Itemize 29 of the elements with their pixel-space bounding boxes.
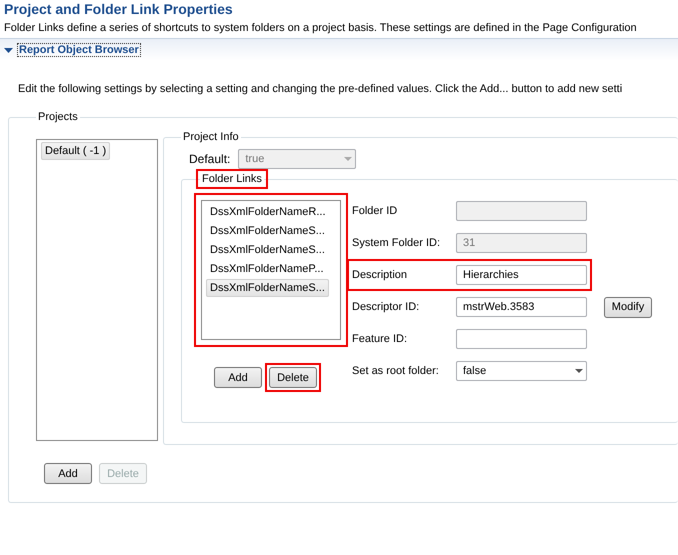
field-label: Folder ID [352, 205, 398, 217]
dropdown-arrow-icon[interactable] [574, 368, 584, 374]
expand-triangle-icon[interactable] [4, 46, 13, 54]
field-label: Feature ID: [352, 333, 408, 345]
group-label: Project Info [182, 131, 240, 143]
delete-button[interactable]: Delete [269, 367, 317, 388]
section-header[interactable]: Report Object Browser [17, 43, 141, 57]
field-label: Descriptor ID: [352, 301, 420, 313]
project-list-item[interactable]: Default ( -1 ) [41, 142, 110, 160]
folder-link-item[interactable]: DssXmlFolderNameS... [206, 279, 329, 297]
text-field[interactable]: mstrWeb.3583 [456, 297, 587, 317]
intro-text: Folder Links define a series of shortcuts to system folders on a project basis. These settings are defined in the Page Configuration [3, 21, 638, 36]
field-label: Set as root folder: [352, 365, 440, 377]
folder-link-item[interactable]: DssXmlFolderNameS... [206, 222, 329, 240]
group-label: Projects [37, 111, 79, 123]
add-button[interactable]: Add [44, 463, 92, 484]
text-field[interactable]: Hierarchies [456, 265, 587, 285]
folder-link-item[interactable]: DssXmlFolderNameS... [206, 241, 329, 259]
instructions-text: Edit the following settings by selecting a setting and changing the pre-defined values. Click the Add... button to add new setti [17, 82, 624, 97]
modify-button[interactable]: Modify [604, 296, 652, 318]
text-field[interactable] [456, 329, 587, 349]
folder-link-item[interactable]: DssXmlFolderNameR... [206, 203, 330, 221]
field-label: System Folder ID: [352, 237, 442, 249]
root-folder-dropdown[interactable]: false [456, 361, 587, 381]
page-title: Project and Folder Link Properties [3, 0, 234, 17]
add-button[interactable]: Add [214, 367, 262, 388]
field-label: Default: [189, 152, 230, 166]
folder-link-item[interactable]: DssXmlFolderNameP... [206, 260, 328, 278]
field-label: Description [352, 269, 408, 281]
